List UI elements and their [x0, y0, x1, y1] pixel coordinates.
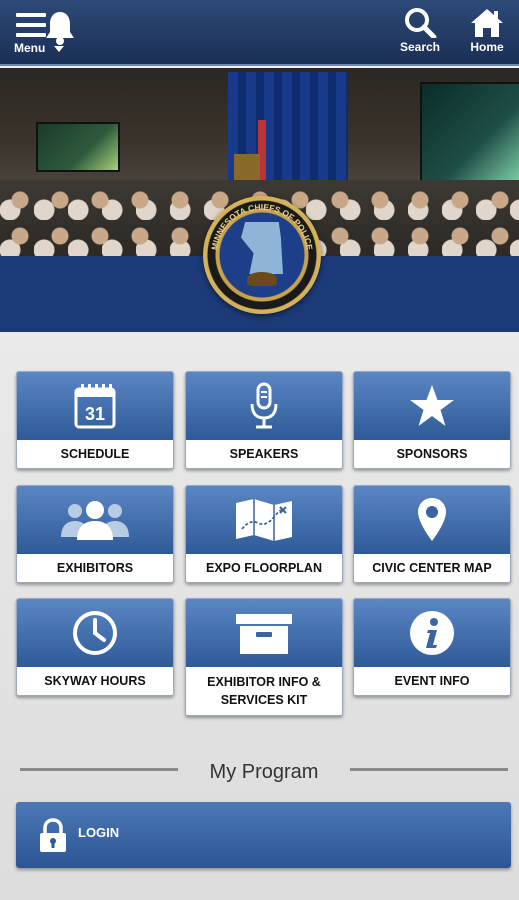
lock-icon — [40, 818, 66, 852]
tile-label: SKYWAY HOURS — [17, 667, 173, 695]
info-icon — [410, 611, 454, 655]
svg-text:31: 31 — [85, 404, 105, 424]
tile-label: CIVIC CENTER MAP — [354, 554, 510, 582]
archive-box-icon — [236, 614, 292, 654]
home-button[interactable]: Home — [466, 8, 508, 58]
divider-right — [350, 768, 508, 771]
tile-label: EVENT INFO — [354, 667, 510, 695]
tile-label: SCHEDULE — [17, 440, 173, 468]
tile-label: SPEAKERS — [186, 440, 342, 468]
tile-label: EXPO FLOORPLAN — [186, 554, 342, 582]
home-icon — [471, 9, 503, 37]
calendar-icon: 31 — [74, 384, 116, 429]
tile-civic-center-map[interactable]: CIVIC CENTER MAP — [353, 485, 511, 583]
tile-label: EXHIBITORS — [17, 554, 173, 582]
svg-text:MINNESOTA CHIEFS OF POLICE: MINNESOTA CHIEFS OF POLICE — [209, 202, 315, 251]
tile-speakers[interactable]: SPEAKERS — [185, 371, 343, 469]
map-icon — [236, 499, 292, 541]
divider-left — [20, 768, 178, 771]
search-label: Search — [399, 40, 441, 54]
menu-button[interactable]: Menu — [12, 8, 78, 58]
login-button[interactable]: LOGIN — [16, 802, 511, 868]
tile-event-info[interactable]: EVENT INFO — [353, 598, 511, 696]
star-icon — [410, 385, 454, 426]
search-icon — [405, 8, 437, 38]
tile-skyway-hours[interactable]: SKYWAY HOURS — [16, 598, 174, 696]
people-icon — [61, 501, 129, 540]
bell-icon — [46, 12, 74, 45]
home-label: Home — [470, 40, 504, 54]
tile-label: EXHIBITOR INFO & SERVICES KIT — [186, 667, 342, 715]
tile-exhibitor-info-kit[interactable]: EXHIBITOR INFO & SERVICES KIT — [185, 598, 343, 716]
tile-exhibitors[interactable]: EXHIBITORS — [16, 485, 174, 583]
microphone-icon — [250, 382, 278, 429]
login-label: LOGIN — [78, 825, 120, 840]
tile-schedule[interactable]: 31 SCHEDULE — [16, 371, 174, 469]
menu-label: Menu — [14, 41, 46, 55]
caret-down-icon — [54, 46, 64, 52]
tile-sponsors[interactable]: SPONSORS — [353, 371, 511, 469]
tile-label: SPONSORS — [354, 440, 510, 468]
map-pin-icon — [418, 498, 446, 541]
top-bar: Menu Search Home — [0, 0, 519, 66]
hamburger-icon — [16, 13, 46, 37]
search-button[interactable]: Search — [398, 8, 442, 58]
association-seal-logo: MINNESOTA CHIEFS OF POLICE — [203, 196, 321, 314]
section-title: My Program — [209, 761, 319, 783]
tile-expo-floorplan[interactable]: EXPO FLOORPLAN — [185, 485, 343, 583]
clock-icon — [73, 611, 117, 655]
